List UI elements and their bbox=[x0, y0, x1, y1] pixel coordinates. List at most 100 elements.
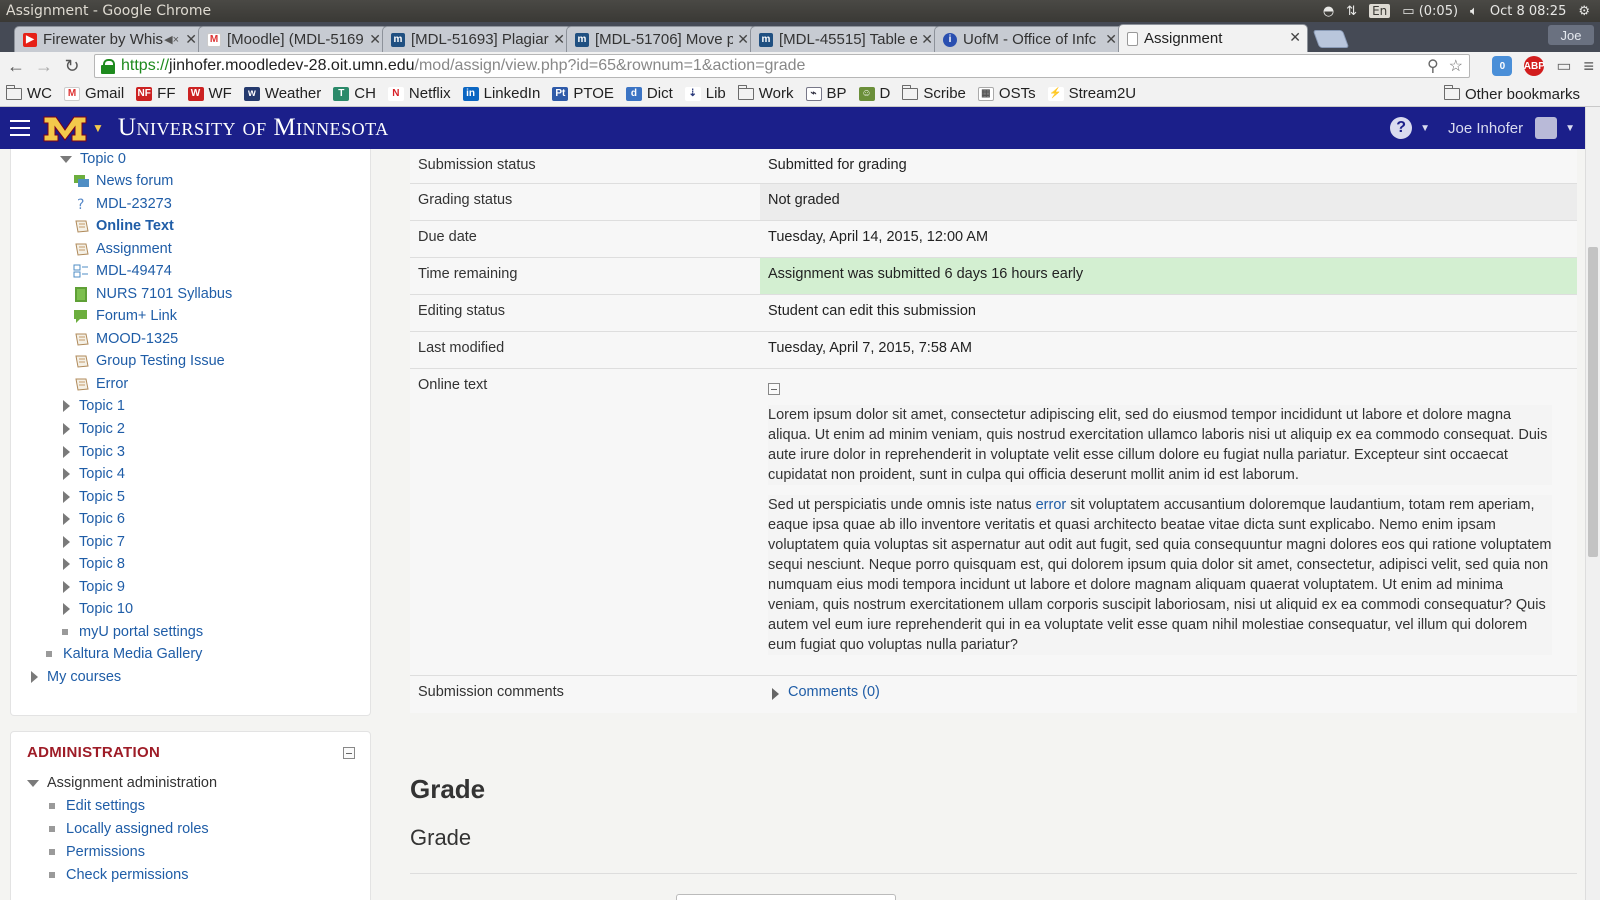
admin-item-permissions[interactable]: Permissions bbox=[49, 844, 145, 860]
tab[interactable]: m [MDL-45515] Table e ✕ bbox=[750, 26, 940, 52]
page-scrollbar[interactable] bbox=[1585, 107, 1600, 900]
bookmark-item[interactable]: ▦ OSTs bbox=[977, 85, 1036, 102]
nav-activity[interactable]: MOOD-1325 bbox=[73, 331, 178, 347]
battery-indicator[interactable]: ▭ (0:05) bbox=[1402, 4, 1458, 19]
close-tab-icon[interactable]: ✕ bbox=[185, 31, 197, 48]
bookmark-item[interactable]: Pt PTOE bbox=[552, 85, 614, 102]
extension-icon[interactable]: 0 bbox=[1492, 56, 1513, 76]
close-tab-icon[interactable]: ✕ bbox=[921, 31, 933, 48]
collapse-text-icon[interactable] bbox=[768, 383, 780, 395]
nav-topic-0[interactable]: Topic 0 bbox=[60, 151, 126, 167]
close-tab-icon[interactable]: ✕ bbox=[369, 31, 381, 48]
nav-activity[interactable]: ? MDL-23273 bbox=[73, 196, 172, 213]
clock[interactable]: Oct 8 08:25 bbox=[1490, 4, 1566, 19]
nav-topic[interactable]: Topic 4 bbox=[63, 466, 125, 482]
expand-comments-icon[interactable] bbox=[772, 688, 779, 700]
submission-row: Time remaining Assignment was submitted … bbox=[410, 258, 1577, 295]
nav-activity[interactable]: MDL-49474 bbox=[73, 263, 172, 279]
bookmark-star-icon[interactable]: ☆ bbox=[1449, 56, 1463, 76]
logo-dropdown-icon[interactable]: ▼ bbox=[92, 121, 104, 135]
profile-button[interactable]: Joe bbox=[1548, 25, 1594, 45]
volume-icon[interactable]: 🔈︎ bbox=[1470, 4, 1478, 19]
bookmark-item[interactable]: w Weather bbox=[243, 85, 321, 102]
network-icon[interactable]: ◓ bbox=[1323, 4, 1334, 19]
user-menu-dropdown-icon[interactable]: ▼ bbox=[1565, 123, 1575, 134]
bookmark-item[interactable]: ☺ D bbox=[858, 85, 890, 102]
admin-item-roles[interactable]: Locally assigned roles bbox=[49, 821, 209, 837]
tab-active[interactable]: Assignment ✕ bbox=[1118, 24, 1308, 52]
other-bookmarks[interactable]: Other bookmarks bbox=[1443, 81, 1580, 107]
nav-portal-settings[interactable]: myU portal settings bbox=[62, 624, 203, 640]
nav-kaltura[interactable]: Kaltura Media Gallery bbox=[46, 646, 202, 662]
bookmark-item[interactable]: ⇣ Lib bbox=[684, 85, 726, 102]
close-tab-icon[interactable]: ✕ bbox=[1105, 31, 1117, 48]
tab[interactable]: m [MDL-51706] Move p ✕ bbox=[566, 26, 756, 52]
muted-speaker-icon[interactable]: ◀× bbox=[164, 33, 179, 46]
nav-topic[interactable]: Topic 9 bbox=[63, 579, 125, 595]
nav-topic[interactable]: Topic 2 bbox=[63, 421, 125, 437]
bookmark-item[interactable]: NF FF bbox=[136, 85, 176, 102]
nav-activity[interactable]: News forum bbox=[73, 173, 173, 189]
nav-activity-current[interactable]: Online Text bbox=[73, 218, 174, 234]
transfer-icon[interactable]: ⇅ bbox=[1346, 4, 1357, 19]
nav-topic[interactable]: Topic 10 bbox=[63, 601, 133, 617]
nav-activity[interactable]: Forum+ Link bbox=[73, 308, 177, 324]
bookmark-item[interactable]: Scribe bbox=[902, 84, 966, 102]
tab[interactable]: m [MDL-51693] Plagiar ✕ bbox=[382, 26, 572, 52]
address-bar[interactable]: https://jinhofer.moodledev-28.oit.umn.ed… bbox=[94, 54, 1470, 78]
admin-item-edit-settings[interactable]: Edit settings bbox=[49, 798, 145, 814]
hamburger-menu-icon[interactable] bbox=[10, 120, 30, 136]
reload-icon[interactable]: ↻ bbox=[60, 55, 84, 79]
close-tab-icon[interactable]: ✕ bbox=[1289, 29, 1301, 46]
bookmark-item[interactable]: ⌁ BP bbox=[805, 85, 847, 102]
cast-icon[interactable]: ▭ bbox=[1556, 56, 1571, 76]
grade-input[interactable] bbox=[676, 894, 896, 900]
site-name[interactable]: University of Minnesota bbox=[118, 114, 389, 142]
avatar[interactable] bbox=[1535, 117, 1558, 139]
bookmark-item[interactable]: in LinkedIn bbox=[462, 85, 540, 102]
bookmark-item[interactable]: WC bbox=[6, 84, 52, 102]
collapse-block-icon[interactable] bbox=[343, 747, 355, 759]
bookmark-item[interactable]: W WF bbox=[187, 85, 232, 102]
back-arrow-icon[interactable]: ← bbox=[4, 55, 28, 79]
comments-link[interactable]: Comments (0) bbox=[788, 684, 880, 700]
bookmark-item[interactable]: N Netflix bbox=[387, 85, 451, 102]
help-icon[interactable]: ? bbox=[1390, 117, 1413, 139]
nav-topic[interactable]: Topic 3 bbox=[63, 444, 125, 460]
error-link[interactable]: error bbox=[1036, 497, 1067, 513]
tab[interactable]: i UofM - Office of Infc ✕ bbox=[934, 26, 1124, 52]
nav-topic[interactable]: Topic 8 bbox=[63, 556, 125, 572]
admin-item-check-permissions[interactable]: Check permissions bbox=[49, 867, 189, 883]
adblock-icon[interactable]: ABP bbox=[1524, 56, 1545, 76]
nav-topic[interactable]: Topic 6 bbox=[63, 511, 125, 527]
scrollbar-thumb[interactable] bbox=[1588, 247, 1598, 557]
nav-activity[interactable]: Group Testing Issue bbox=[73, 353, 225, 369]
keyboard-language[interactable]: En bbox=[1369, 4, 1391, 18]
nav-topic[interactable]: Topic 1 bbox=[63, 398, 125, 414]
bookmark-item[interactable]: ⚡ Stream2U bbox=[1047, 85, 1136, 102]
new-tab-button[interactable] bbox=[1312, 30, 1350, 48]
umn-logo-icon[interactable] bbox=[42, 113, 88, 143]
nav-activity[interactable]: Assignment bbox=[73, 241, 172, 257]
lock-icon[interactable] bbox=[101, 59, 115, 74]
bookmark-item[interactable]: T CH bbox=[333, 85, 376, 102]
tab[interactable]: ▶ Firewater by Whis ◀× ✕ bbox=[14, 26, 204, 52]
admin-section[interactable]: Assignment administration bbox=[27, 775, 217, 791]
bookmark-item[interactable]: d Dict bbox=[625, 85, 673, 102]
bookmark-item[interactable]: Work bbox=[737, 84, 794, 102]
nav-my-courses[interactable]: My courses bbox=[31, 669, 121, 685]
tab[interactable]: M [Moodle] (MDL-5169 ✕ bbox=[198, 26, 388, 52]
menu-icon[interactable]: ≡ bbox=[1583, 56, 1594, 77]
nav-topic[interactable]: Topic 7 bbox=[63, 534, 125, 550]
nav-activity[interactable]: NURS 7101 Syllabus bbox=[73, 286, 232, 302]
settings-gear-icon[interactable]: ⚙ bbox=[1578, 4, 1590, 19]
user-name[interactable]: Joe Inhofer bbox=[1448, 120, 1523, 137]
bookmark-item[interactable]: M Gmail bbox=[64, 85, 124, 102]
forward-arrow-icon[interactable]: → bbox=[32, 55, 56, 79]
close-tab-icon[interactable]: ✕ bbox=[553, 31, 565, 48]
close-tab-icon[interactable]: ✕ bbox=[737, 31, 749, 48]
nav-activity[interactable]: Error bbox=[73, 376, 128, 392]
key-icon[interactable]: ⚲ bbox=[1427, 56, 1439, 76]
help-dropdown-icon[interactable]: ▼ bbox=[1420, 123, 1430, 134]
nav-topic[interactable]: Topic 5 bbox=[63, 489, 125, 505]
